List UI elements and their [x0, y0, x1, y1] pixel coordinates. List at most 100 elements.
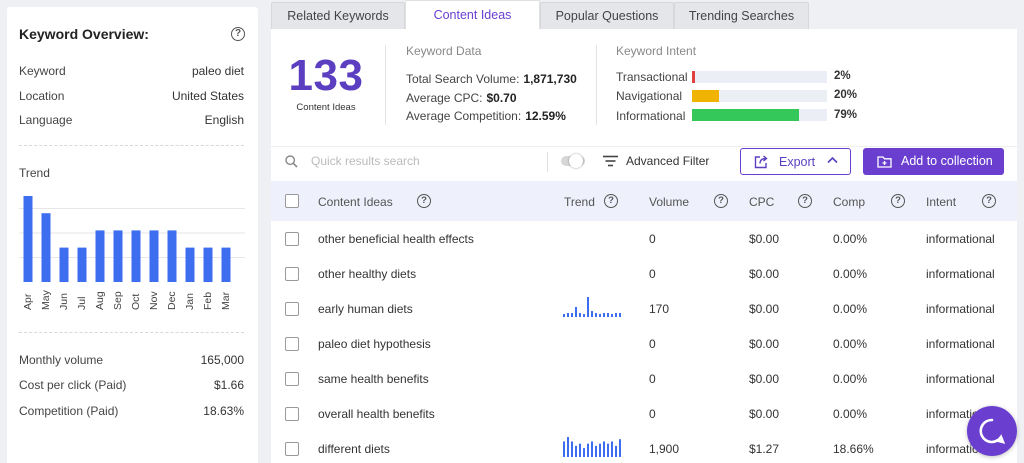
quick-search-input[interactable]: [311, 150, 531, 172]
row-checkbox[interactable]: [285, 442, 299, 456]
average-competition-value: 12.59%: [525, 109, 566, 123]
trend-sparkline: [563, 437, 621, 457]
trend-bar-apr: [23, 196, 33, 282]
comp-help-icon[interactable]: ?: [891, 194, 905, 208]
column-header-trend[interactable]: Trend: [564, 195, 595, 209]
advanced-filter-button[interactable]: Advanced Filter: [626, 154, 709, 168]
tab-trending-searches[interactable]: Trending Searches: [674, 2, 809, 29]
volume-cell: 0: [649, 407, 656, 421]
comp-cell: 0.00%: [833, 267, 868, 281]
trend-bar-feb: [203, 247, 213, 282]
content-idea-cell[interactable]: other beneficial health effects: [318, 232, 474, 246]
content-idea-cell[interactable]: paleo diet hypothesis: [318, 337, 431, 351]
tab-popular-questions[interactable]: Popular Questions: [540, 2, 674, 29]
content-idea-cell[interactable]: different diets: [318, 442, 390, 456]
comp-cell: 0.00%: [833, 407, 868, 421]
table-row[interactable]: different diets 1,900 $1.27 18.66% informati…: [271, 431, 1017, 463]
sparkline-bar: [599, 443, 601, 457]
trend-tick-label: Oct: [130, 294, 142, 310]
sparkline-bar: [595, 445, 597, 457]
table-row[interactable]: paleo diet hypothesis 0 $0.00 0.00% informat…: [271, 326, 1017, 361]
trend-tick-label: Jan: [184, 293, 196, 310]
monthly-volume-row: Monthly volume 165,000: [19, 353, 244, 367]
volume-cell: 0: [649, 232, 656, 246]
cpc-row: Cost per click (Paid) $1.66: [19, 378, 244, 392]
sparkline-bar: [579, 443, 581, 457]
intent-navigational-bar: [692, 90, 827, 102]
trend-bar-aug: [95, 230, 105, 282]
cpc-cell: $0.00: [749, 232, 780, 246]
row-checkbox[interactable]: [285, 267, 299, 281]
export-button[interactable]: Export: [740, 148, 851, 175]
sparkline-bar: [575, 445, 577, 457]
intent-navigational-label: Navigational: [616, 89, 683, 103]
location-row: Location United States: [19, 89, 244, 103]
trend-tick-label: Sep: [112, 291, 124, 310]
row-checkbox[interactable]: [285, 372, 299, 386]
keyword-data-title: Keyword Data: [406, 44, 482, 58]
trend-tick-label: Nov: [148, 291, 160, 310]
intent-transactional-pct: 2%: [834, 70, 851, 82]
trend-tick-label: Jun: [58, 293, 70, 310]
column-header-intent[interactable]: Intent: [926, 195, 956, 209]
intent-transactional-label: Transactional: [616, 70, 688, 84]
divider: [385, 45, 386, 125]
sparkline-bar: [615, 313, 617, 317]
search-toggle[interactable]: [561, 154, 585, 168]
content-idea-cell[interactable]: overall health benefits: [318, 407, 435, 421]
intent-cell: informational: [926, 267, 995, 281]
monthly-volume-label: Monthly volume: [19, 353, 104, 367]
content-idea-cell[interactable]: early human diets: [318, 302, 413, 316]
content-ideas-count: 133: [288, 51, 364, 100]
trend-label: Trend: [19, 166, 50, 180]
add-to-collection-button[interactable]: Add to collection: [863, 148, 1004, 175]
column-header-volume[interactable]: Volume: [649, 195, 689, 209]
column-header-cpc[interactable]: CPC: [749, 195, 774, 209]
tab-content-ideas[interactable]: Content Ideas: [405, 0, 540, 30]
divider: [271, 146, 1017, 147]
trend-tick-label: Jul: [76, 297, 88, 310]
export-icon: [754, 155, 768, 169]
content-ideas-help-icon[interactable]: ?: [417, 194, 431, 208]
trend-tick-label: Feb: [202, 292, 214, 310]
content-idea-cell[interactable]: other healthy diets: [318, 267, 416, 281]
intent-help-icon[interactable]: ?: [982, 194, 996, 208]
total-search-volume-value: 1,871,730: [523, 72, 577, 86]
volume-cell: 0: [649, 372, 656, 386]
select-all-checkbox[interactable]: [285, 194, 299, 208]
overview-help-icon[interactable]: ?: [231, 27, 245, 41]
table-row[interactable]: same health benefits 0 $0.00 0.00% informati…: [271, 361, 1017, 396]
trend-bar-jul: [77, 247, 87, 282]
volume-cell: 170: [649, 302, 670, 316]
column-header-comp[interactable]: Comp: [833, 195, 865, 209]
cpc-help-icon[interactable]: ?: [798, 194, 812, 208]
table-row[interactable]: overall health benefits 0 $0.00 0.00% inform…: [271, 396, 1017, 431]
table-row[interactable]: early human diets 170 $0.00 0.00% informatio…: [271, 291, 1017, 326]
sparkline-bar: [563, 314, 565, 317]
total-search-volume: Total Search Volume: 1,871,730: [406, 72, 577, 86]
sparkline-bar: [587, 297, 589, 317]
volume-cell: 0: [649, 337, 656, 351]
content-idea-cell[interactable]: same health benefits: [318, 372, 429, 386]
row-checkbox[interactable]: [285, 337, 299, 351]
overview-title: Keyword Overview:: [19, 26, 149, 42]
table-row[interactable]: other beneficial health effects 0 $0.00 0.0…: [271, 221, 1017, 256]
chat-button[interactable]: [967, 406, 1017, 456]
column-header-content-ideas[interactable]: Content Ideas: [318, 195, 393, 209]
sparkline-bar: [619, 439, 621, 457]
sparkline-bar: [611, 314, 613, 317]
row-checkbox[interactable]: [285, 302, 299, 316]
row-checkbox[interactable]: [285, 407, 299, 421]
average-cpc-value: $0.70: [486, 91, 517, 105]
language-value: English: [204, 113, 244, 127]
sparkline-bar: [579, 313, 581, 317]
table-row[interactable]: other healthy diets 0 $0.00 0.00% informatio…: [271, 256, 1017, 291]
intent-informational-label: Informational: [616, 109, 686, 123]
row-checkbox[interactable]: [285, 232, 299, 246]
sparkline-bar: [591, 441, 593, 457]
volume-help-icon[interactable]: ?: [714, 194, 728, 208]
trend-bar-oct: [131, 230, 141, 282]
add-to-collection-label: Add to collection: [901, 154, 993, 168]
trend-help-icon[interactable]: ?: [604, 194, 618, 208]
tab-related-keywords[interactable]: Related Keywords: [271, 2, 405, 29]
